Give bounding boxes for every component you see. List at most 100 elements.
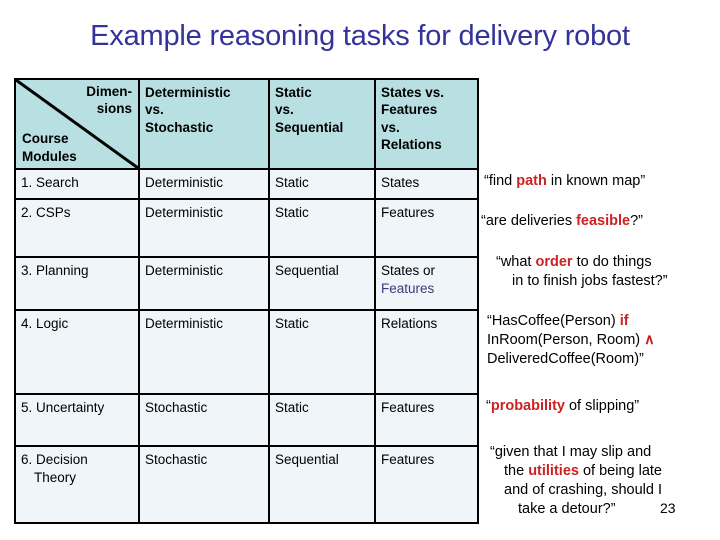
representation-cell: Relations — [374, 309, 479, 395]
representation-header-line1: States vs. — [381, 85, 445, 100]
representation-value: Relations — [381, 316, 438, 331]
annotation-logic-line1-pre: “HasCoffee(Person) — [487, 313, 620, 329]
annotation-logic: “HasCoffee(Person) if InRoom(Person, Roo… — [487, 312, 715, 369]
table-row: 4. Logic Deterministic Static Relations — [14, 309, 479, 395]
module-name: 3. Planning — [21, 263, 89, 278]
corner-header-cell: Dimen- sions Course Modules — [14, 78, 140, 170]
time-cell: Sequential — [268, 256, 376, 311]
time-value: Static — [275, 400, 309, 415]
column-header-time: Static vs. Sequential — [268, 78, 376, 170]
dimensions-label-line2: sions — [96, 101, 132, 117]
module-name: 1. Search — [21, 175, 79, 190]
time-cell: Static — [268, 393, 376, 447]
module-cell: 2. CSPs — [14, 198, 140, 258]
annotation-decision-highlight: utilities — [528, 462, 579, 479]
determinism-cell: Stochastic — [138, 393, 270, 447]
annotation-csps: “are deliveries feasible?” — [481, 212, 717, 231]
annotation-planning-pre: “what — [496, 254, 536, 270]
time-header-line2: vs. — [275, 102, 294, 118]
representation-header-line3: vs. — [381, 119, 400, 135]
determinism-cell: Deterministic — [138, 198, 270, 258]
time-cell: Static — [268, 168, 376, 200]
annotation-decision-theory: “given that I may slip and the utilities… — [490, 443, 716, 518]
time-header-line3: Sequential — [275, 119, 344, 135]
course-modules-axis-label: Course Modules — [22, 130, 77, 165]
determinism-cell: Deterministic — [138, 168, 270, 200]
annotation-logic-line1-highlight: if — [619, 313, 629, 329]
determinism-value: Stochastic — [145, 400, 208, 415]
modules-label-line2: Modules — [22, 148, 77, 164]
annotation-search-post: in known map” — [546, 173, 646, 189]
annotation-planning-highlight: order — [535, 254, 573, 270]
module-name-cont: Theory — [34, 469, 77, 485]
column-header-determinism: Deterministic vs. Stochastic — [138, 78, 270, 170]
annotation-decision-line2-pre: the — [504, 462, 529, 479]
annotation-decision-line1: “given that I may slip and — [490, 444, 652, 460]
representation-cell: Features — [374, 393, 479, 447]
annotation-logic-line2: InRoom(Person, Room) ∧ — [487, 331, 715, 350]
annotation-planning: “what order to do things in to finish jo… — [490, 253, 716, 291]
dimensions-axis-label: Dimen- sions — [42, 83, 132, 118]
time-cell: Static — [268, 309, 376, 395]
page-title: Example reasoning tasks for delivery rob… — [90, 20, 630, 52]
annotation-logic-line3: DeliveredCoffee(Room)” — [487, 350, 644, 367]
representation-header-line4: Relations — [381, 136, 442, 152]
determinism-value: Deterministic — [145, 316, 224, 331]
annotation-decision-line2-post: of being late — [578, 462, 662, 479]
reasoning-tasks-table: Dimen- sions Course Modules Deterministi… — [14, 78, 479, 524]
module-name: 5. Uncertainty — [21, 400, 105, 415]
determinism-header-line3: Stochastic — [145, 119, 214, 135]
annotation-logic-line1: “HasCoffee(Person) if — [487, 312, 715, 331]
representation-value: States — [381, 175, 420, 190]
representation-value: Features — [381, 400, 435, 415]
determinism-value: Stochastic — [145, 452, 208, 467]
table-row: 3. Planning Deterministic Sequential Sta… — [14, 256, 479, 311]
determinism-header-line1: Deterministic — [145, 85, 231, 100]
annotation-uncertainty-post: of slipping” — [564, 398, 640, 414]
time-value: Sequential — [275, 452, 339, 467]
annotation-csps-pre: “are deliveries — [481, 213, 577, 229]
annotation-search: “find path in known map” — [484, 172, 716, 191]
table-row: 5. Uncertainty Stochastic Static Feature… — [14, 393, 479, 447]
representation-header-line2: Features — [381, 102, 438, 118]
representation-cell: States — [374, 168, 479, 200]
determinism-value: Deterministic — [145, 175, 224, 190]
annotation-uncertainty: “probability of slipping” — [486, 397, 716, 416]
time-header-line1: Static — [275, 85, 312, 100]
determinism-cell: Stochastic — [138, 445, 270, 524]
annotation-decision-line2: the utilities of being late — [490, 462, 716, 481]
table-row: 6. Decision Theory Stochastic Sequential… — [14, 445, 479, 524]
annotation-search-pre: “find — [484, 173, 517, 189]
module-name: 4. Logic — [21, 316, 69, 331]
time-cell: Static — [268, 198, 376, 258]
representation-value: Features — [381, 205, 435, 220]
annotation-search-highlight: path — [516, 173, 547, 189]
time-value: Static — [275, 316, 309, 331]
time-value: Static — [275, 175, 309, 190]
representation-value: States or — [381, 263, 436, 278]
determinism-cell: Deterministic — [138, 309, 270, 395]
module-cell: 6. Decision Theory — [14, 445, 140, 524]
annotation-planning-line2: in to finish jobs fastest?” — [512, 272, 668, 289]
representation-cell: Features — [374, 445, 479, 524]
module-name: 6. Decision — [21, 452, 88, 467]
table-row: 2. CSPs Deterministic Static Features — [14, 198, 479, 258]
dimensions-label-line1: Dimen- — [86, 84, 132, 99]
slide-page-number: 23 — [660, 500, 676, 516]
representation-value-alt: Features — [381, 280, 435, 296]
representation-cell: Features — [374, 198, 479, 258]
column-header-representation: States vs. Features vs. Relations — [374, 78, 479, 170]
determinism-value: Deterministic — [145, 263, 224, 278]
module-cell: 4. Logic — [14, 309, 140, 395]
determinism-cell: Deterministic — [138, 256, 270, 311]
table-row: 1. Search Deterministic Static States — [14, 168, 479, 200]
annotation-planning-line1: “what order to do things — [490, 253, 716, 272]
time-cell: Sequential — [268, 445, 376, 524]
representation-value: Features — [381, 452, 435, 467]
annotation-decision-line3: and of crashing, should I — [504, 481, 662, 498]
annotation-logic-conjunction-icon: ∧ — [644, 331, 655, 348]
time-value: Sequential — [275, 263, 339, 278]
determinism-value: Deterministic — [145, 205, 224, 220]
table-header-row: Dimen- sions Course Modules Deterministi… — [14, 78, 479, 170]
module-name: 2. CSPs — [21, 205, 71, 220]
